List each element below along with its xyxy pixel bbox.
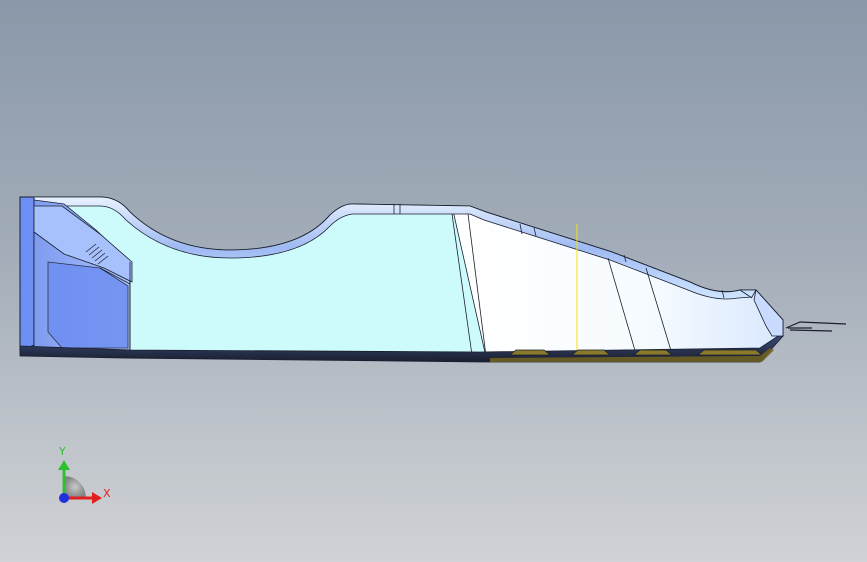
left-end-flange[interactable] [19, 196, 35, 353]
x-axis-arrowhead [92, 492, 102, 504]
sheet-metal-part[interactable] [19, 196, 847, 363]
model-view[interactable]: Y X [0, 0, 867, 562]
tab-2[interactable] [570, 349, 612, 356]
y-axis-label: Y [58, 445, 66, 458]
tab-3[interactable] [632, 349, 674, 356]
x-axis-label: X [103, 487, 111, 500]
nose-wire-feature[interactable] [785, 321, 847, 332]
tab-4[interactable] [696, 349, 764, 356]
tab-1[interactable] [508, 349, 552, 356]
orientation-triad[interactable]: Y X [58, 445, 111, 504]
y-axis-arrowhead [58, 460, 70, 470]
part-white-face[interactable] [451, 205, 784, 358]
z-axis-dot [59, 493, 69, 503]
graphics-viewport[interactable]: Y X [0, 0, 867, 562]
